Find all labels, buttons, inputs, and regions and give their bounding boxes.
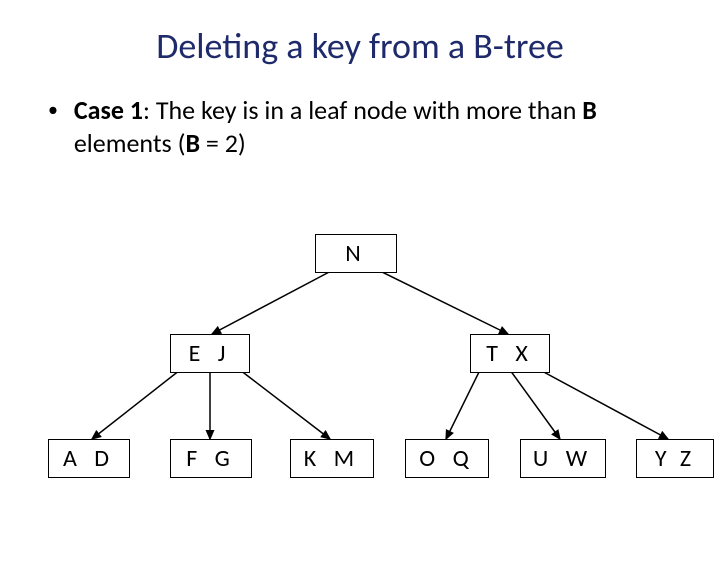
- bullet-frag-3: = 2): [200, 127, 246, 159]
- bullet-frag-1: : The key is in a leaf node with more th…: [143, 94, 582, 126]
- node-tx: T X: [470, 334, 550, 373]
- btree-diagram: N E J T X A D F G K M O Q U W Y Z: [0, 234, 720, 534]
- node-uw: U W: [520, 439, 606, 478]
- bullet-case1: • Case 1: The key is in a leaf node with…: [48, 94, 680, 159]
- tree-edges: [0, 234, 720, 534]
- node-root: N: [315, 234, 397, 273]
- bullet-b1: B: [582, 94, 597, 126]
- bullet-text: Case 1: The key is in a leaf node with m…: [74, 94, 654, 159]
- node-ad: A D: [48, 439, 130, 478]
- bullet-frag-2: elements (: [74, 127, 186, 159]
- node-fg: F G: [170, 439, 252, 478]
- node-ej: E J: [170, 334, 250, 373]
- node-yz: Y Z: [636, 439, 714, 478]
- slide-title: Deleting a key from a B-tree: [0, 24, 720, 68]
- bullet-b2: B: [185, 127, 200, 159]
- node-oq: O Q: [405, 439, 489, 478]
- node-km: K M: [290, 439, 374, 478]
- case-label: Case 1: [74, 94, 143, 126]
- bullet-marker: •: [48, 98, 58, 123]
